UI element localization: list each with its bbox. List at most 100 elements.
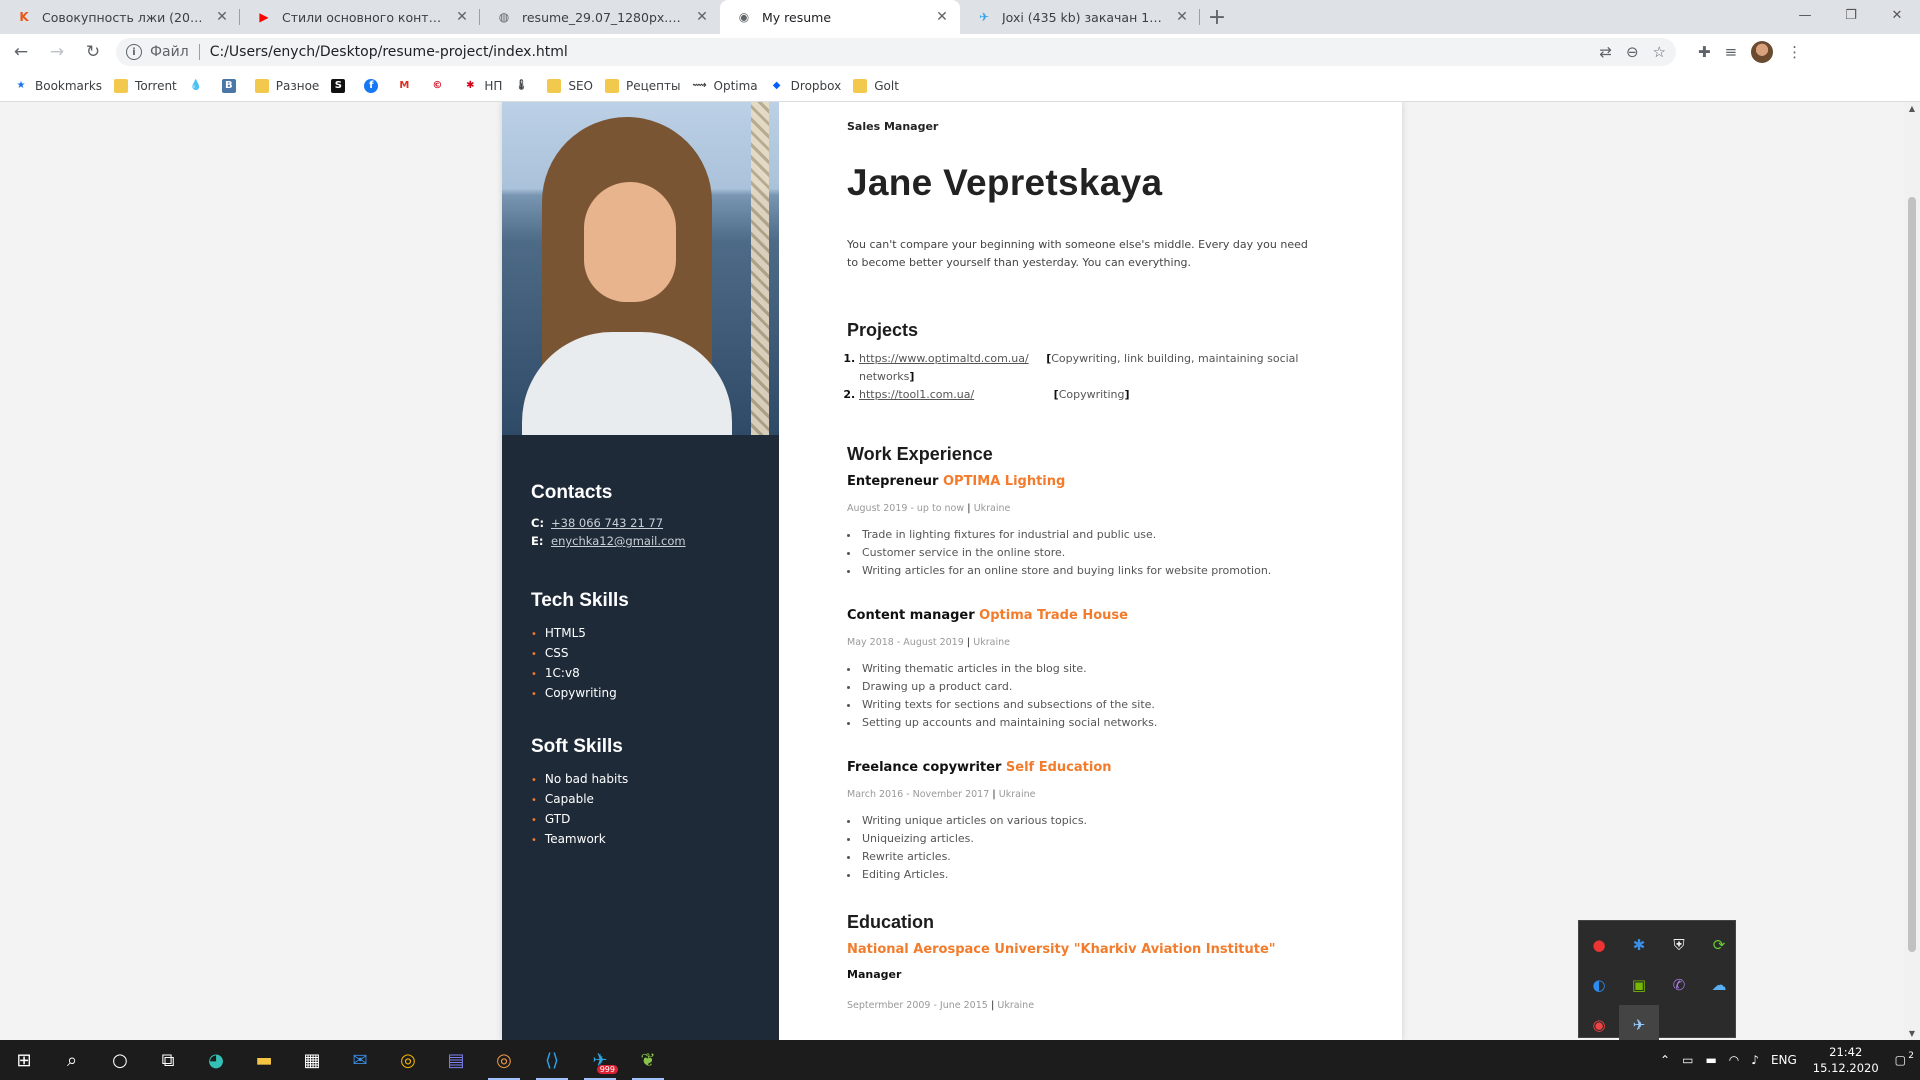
- bookmark-item[interactable]: ★ Bookmarks: [14, 79, 103, 93]
- search-icon[interactable]: ⌕: [48, 1040, 96, 1080]
- scroll-down-icon[interactable]: ▼: [1904, 1029, 1920, 1038]
- skill-item: CSS: [531, 644, 629, 664]
- job-duties: Writing thematic articles in the blog si…: [847, 660, 1317, 732]
- project-link[interactable]: https://www.optimaltd.com.ua/: [859, 352, 1029, 365]
- bookmark-item[interactable]: Разное: [254, 78, 319, 93]
- bookmark-item[interactable]: В: [221, 78, 243, 93]
- browser-tab[interactable]: ▶ Стили основного контента - You ✕: [240, 0, 480, 34]
- edge-icon[interactable]: ◕: [192, 1040, 240, 1080]
- bookmark-item[interactable]: ✱ НП: [463, 79, 502, 93]
- security-shield-icon[interactable]: ⛨: [1659, 925, 1699, 965]
- zoom-icon[interactable]: ⊖: [1626, 43, 1639, 61]
- clock[interactable]: 21:42 15.12.2020: [1803, 1044, 1889, 1076]
- close-tab-icon[interactable]: ✕: [214, 9, 230, 25]
- page-viewport: Contacts C: +38 066 743 21 77 E: enychka12…: [0, 102, 1904, 1040]
- bookmark-item[interactable]: Golt: [853, 78, 899, 93]
- duty-item: Uniqueizing articles.: [847, 830, 1317, 848]
- bookmark-item[interactable]: 💧: [189, 79, 210, 93]
- project-link[interactable]: https://tool1.com.ua/: [859, 388, 974, 401]
- notification-center-icon[interactable]: ▢ 2: [1889, 1051, 1920, 1067]
- taskbar: ⊞ ⌕ ○ ⧉ ◕ ▬ ▦ ✉ ◎ ▤ ◎ ⟨⟩ ✈ 999 ❦ ⌃ ▭ ▬ ◠ …: [0, 1040, 1920, 1080]
- info-icon[interactable]: i: [126, 44, 142, 60]
- chrome-icon[interactable]: ◎: [384, 1040, 432, 1080]
- vertical-scrollbar[interactable]: ▲ ▼: [1904, 102, 1920, 1040]
- windows-start-icon[interactable]: ⊞: [0, 1040, 48, 1080]
- bookmark-item[interactable]: SEO: [547, 78, 593, 93]
- address-bar[interactable]: i Файл C:/Users/enych/Desktop/resume-pro…: [116, 38, 1676, 66]
- duty-item: Trade in lighting fixtures for industria…: [847, 526, 1317, 544]
- avocode-favicon-icon: ◍: [498, 10, 510, 24]
- telegram-icon[interactable]: ✈ 999: [576, 1040, 624, 1080]
- address-url[interactable]: C:/Users/enych/Desktop/resume-project/in…: [210, 44, 1600, 60]
- sync-icon[interactable]: ⟳: [1699, 925, 1739, 965]
- browser-tab[interactable]: ✈ Joxi (435 kb) закачан 15 декабр ✕: [960, 0, 1200, 34]
- reading-list-icon[interactable]: ≡: [1725, 43, 1738, 61]
- menu-kebab-icon[interactable]: ⋮: [1787, 43, 1802, 61]
- translate-icon[interactable]: ⇄: [1599, 43, 1612, 61]
- close-tab-icon[interactable]: ✕: [1174, 9, 1190, 25]
- restore-icon[interactable]: ❐: [1828, 0, 1874, 30]
- reload-icon[interactable]: ↻: [78, 37, 108, 67]
- minimize-icon[interactable]: —: [1782, 0, 1828, 30]
- soft-skills-list: No bad habits Capable GTD Teamwork: [531, 770, 628, 850]
- joxi-tray-icon[interactable]: ✈: [1619, 1005, 1659, 1045]
- bookmark-star-icon[interactable]: ☆: [1653, 43, 1666, 61]
- viber-icon[interactable]: ✆: [1659, 965, 1699, 1005]
- forward-arrow-icon[interactable]: →: [42, 37, 72, 67]
- bookmark-item[interactable]: S: [331, 78, 352, 93]
- extensions-icon[interactable]: ✚: [1698, 43, 1711, 61]
- battery-icon[interactable]: ▬: [1699, 1053, 1722, 1067]
- bookmark-item[interactable]: f: [364, 78, 385, 93]
- chrome-profile-icon[interactable]: ◎: [480, 1040, 528, 1080]
- bookmark-item[interactable]: ⟿ Optima: [692, 79, 757, 93]
- email-link[interactable]: enychka12@gmail.com: [551, 534, 686, 548]
- volume-icon[interactable]: ♪: [1745, 1053, 1765, 1067]
- duty-item: Writing texts for sections and subsectio…: [847, 696, 1317, 714]
- bookmark-item[interactable]: ©: [430, 79, 451, 93]
- bookmark-item[interactable]: 🌡: [514, 79, 535, 93]
- close-tab-icon[interactable]: ✕: [694, 9, 710, 25]
- skill-item: GTD: [531, 810, 628, 830]
- wifi-icon[interactable]: ◠: [1723, 1053, 1745, 1067]
- file-explorer-icon[interactable]: ▬: [240, 1040, 288, 1080]
- close-tab-icon[interactable]: ✕: [934, 9, 950, 25]
- mail-icon[interactable]: ✉: [336, 1040, 384, 1080]
- duty-item: Rewrite articles.: [847, 848, 1317, 866]
- job-location: Ukraine: [973, 503, 1011, 514]
- cortana-icon[interactable]: ○: [96, 1040, 144, 1080]
- floppy-icon[interactable]: ▤: [432, 1040, 480, 1080]
- lime-app-icon[interactable]: ❦: [624, 1040, 672, 1080]
- recorder-icon[interactable]: ●: [1579, 925, 1619, 965]
- browser-tab-active[interactable]: ◉ My resume ✕: [720, 0, 960, 34]
- cloud-icon[interactable]: ☁: [1699, 965, 1739, 1005]
- task-view-icon[interactable]: ⧉: [144, 1040, 192, 1080]
- scrollbar-thumb[interactable]: [1908, 197, 1916, 952]
- nvidia-icon[interactable]: ▣: [1619, 965, 1659, 1005]
- duty-item: Drawing up a product card.: [847, 678, 1317, 696]
- bookmark-item[interactable]: ◆ Dropbox: [770, 79, 841, 93]
- skype-icon[interactable]: ◐: [1579, 965, 1619, 1005]
- browser-tab[interactable]: ◍ resume_29.07_1280px.psd - Avoc ✕: [480, 0, 720, 34]
- new-tab-button[interactable]: +: [1200, 0, 1234, 34]
- language-indicator[interactable]: ENG: [1765, 1053, 1803, 1067]
- profile-photo: [502, 102, 779, 435]
- vscode-icon[interactable]: ⟨⟩: [528, 1040, 576, 1080]
- profile-avatar[interactable]: [1751, 41, 1774, 63]
- scroll-up-icon[interactable]: ▲: [1904, 104, 1920, 113]
- chevron-up-icon[interactable]: ⌃: [1654, 1053, 1676, 1067]
- back-arrow-icon[interactable]: ←: [6, 37, 36, 67]
- store-icon[interactable]: ▦: [288, 1040, 336, 1080]
- bookmark-item[interactable]: Torrent: [114, 78, 177, 93]
- bookmark-item[interactable]: M: [397, 79, 418, 93]
- phone-link[interactable]: +38 066 743 21 77: [551, 516, 663, 530]
- close-window-icon[interactable]: ✕: [1874, 0, 1920, 30]
- project-item: https://www.optimaltd.com.ua/ [Copywriti…: [859, 350, 1307, 386]
- close-tab-icon[interactable]: ✕: [454, 9, 470, 25]
- icon-icon: 🌡: [515, 80, 528, 91]
- bluetooth-icon[interactable]: ✱: [1619, 925, 1659, 965]
- device-icon[interactable]: ▭: [1676, 1053, 1699, 1067]
- tech-skills-list: HTML5 CSS 1C:v8 Copywriting: [531, 624, 629, 704]
- app-badge-icon[interactable]: ◉: [1579, 1005, 1619, 1045]
- bookmark-item[interactable]: Рецепты: [605, 78, 681, 93]
- browser-tab[interactable]: K Совокупность лжи (2008) смотр ✕: [0, 0, 240, 34]
